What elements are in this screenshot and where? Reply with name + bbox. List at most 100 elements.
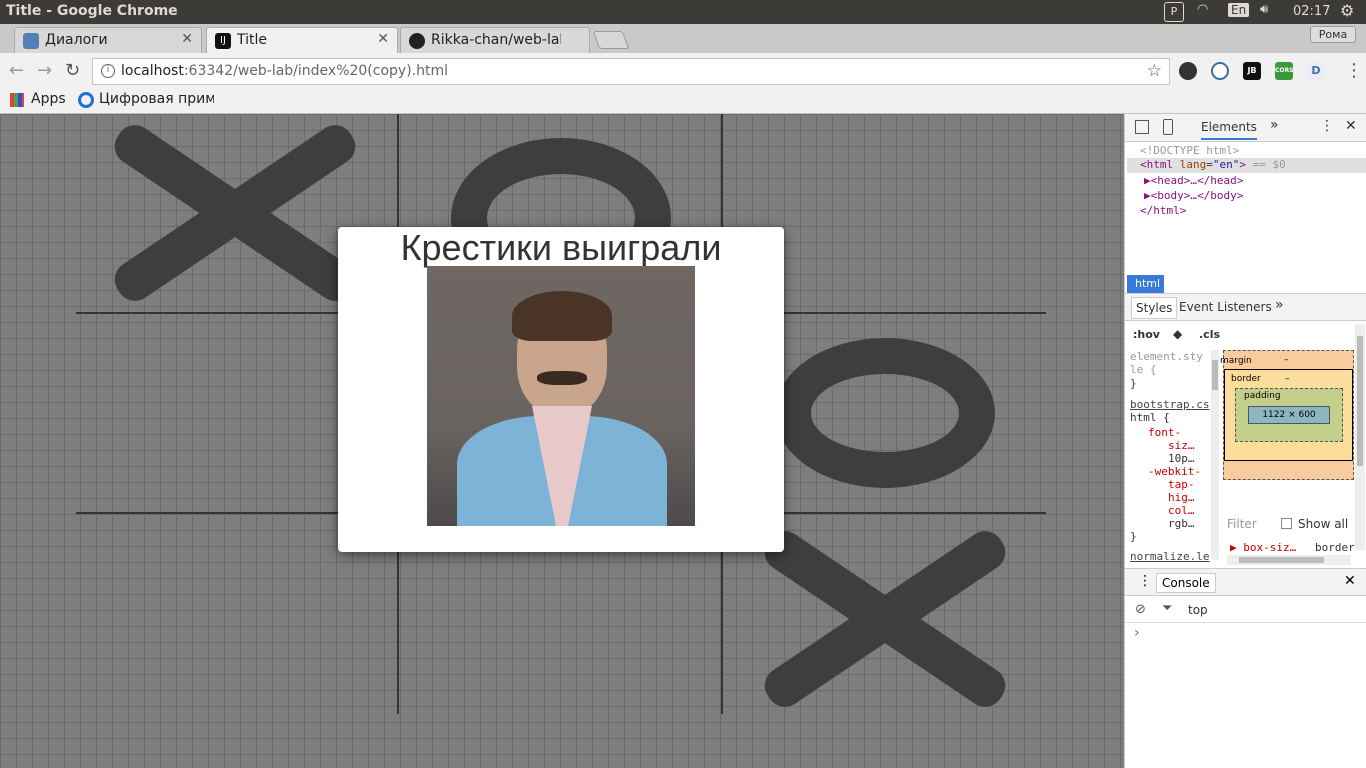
- extension-jb-icon[interactable]: JB: [1243, 62, 1261, 80]
- address-bar[interactable]: i localhost:63342/web-lab/index%20(copy)…: [92, 58, 1170, 85]
- apps-grid-icon[interactable]: [10, 93, 24, 107]
- box-border-label: border: [1231, 374, 1261, 384]
- rule-selector-html[interactable]: html {: [1130, 411, 1170, 424]
- extension-cors-icon[interactable]: CORS: [1275, 62, 1293, 80]
- computed-prop-name: box-siz…: [1243, 541, 1297, 554]
- box-margin-label: margin: [1220, 356, 1252, 366]
- more-tabs-icon[interactable]: »: [1270, 117, 1279, 133]
- cell-x-top-left[interactable]: [100, 118, 370, 308]
- bookmark-digital-practice[interactable]: Цифровая прим: [99, 91, 214, 107]
- rule-value-font[interactable]: 10p…: [1168, 452, 1195, 465]
- tab-label: Диалоги: [45, 32, 108, 48]
- class-toggle[interactable]: .cls: [1199, 328, 1220, 341]
- url-text[interactable]: localhost:63342/web-lab/index%20(copy).h…: [121, 63, 448, 79]
- styles-scrollbar[interactable]: [1211, 350, 1219, 560]
- extension-ghost-icon[interactable]: [1179, 62, 1197, 80]
- vk-favicon-icon: [23, 33, 39, 49]
- tab-title[interactable]: IJ Title ✕: [206, 27, 398, 54]
- inspect-element-icon[interactable]: [1135, 120, 1149, 134]
- extension-cloud-icon[interactable]: [1211, 62, 1229, 80]
- bookmark-apps[interactable]: Apps: [31, 91, 66, 107]
- chrome-menu-icon[interactable]: ⋮: [1345, 60, 1363, 81]
- cell-o-middle-right[interactable]: [775, 338, 995, 488]
- dom-tag-close: >: [1239, 158, 1246, 171]
- volume-icon[interactable]: 🔊︎: [1260, 2, 1268, 17]
- cell-x-bottom-right[interactable]: [750, 524, 1020, 714]
- breadcrumb-html[interactable]: html: [1127, 275, 1164, 293]
- rule-prop-font-cont: siz…: [1168, 439, 1195, 452]
- tab-dialogs[interactable]: Диалоги ✕: [14, 27, 202, 53]
- box-model-diagram: margin – border – padding 1122 × 600: [1220, 322, 1354, 512]
- more-subtabs-icon[interactable]: »: [1275, 297, 1284, 313]
- console-drawer-bar: ⋮ Console ✕: [1125, 568, 1366, 596]
- tab-elements[interactable]: Elements: [1201, 120, 1257, 140]
- reload-icon[interactable]: ↻: [65, 60, 80, 81]
- jetbrains-favicon-icon: IJ: [215, 33, 231, 49]
- url-path: :63342/web-lab/index%20(copy).html: [183, 63, 449, 79]
- extension-d-icon[interactable]: D: [1307, 62, 1325, 80]
- box-border-value: –: [1285, 374, 1290, 384]
- dom-body-node[interactable]: ▶<body>…</body>: [1144, 189, 1243, 202]
- keyboard-lang-indicator[interactable]: En: [1228, 3, 1250, 17]
- device-toolbar-icon[interactable]: [1163, 119, 1173, 135]
- clock[interactable]: 02:17: [1293, 4, 1330, 19]
- clear-console-icon[interactable]: ⊘: [1135, 602, 1146, 617]
- computed-value[interactable]: border: [1315, 541, 1355, 554]
- rule-source-normalize[interactable]: normalize.le: [1130, 550, 1222, 563]
- box-border[interactable]: border – padding 1122 × 600: [1224, 369, 1353, 461]
- drawer-menu-icon[interactable]: ⋮: [1138, 573, 1152, 589]
- rule-value-webkit[interactable]: rgb…: [1168, 517, 1195, 530]
- devtools-toolbar: Elements » ⋮ ✕: [1125, 114, 1366, 142]
- rule-element-style[interactable]: element.sty le {: [1130, 350, 1208, 376]
- styles-subtabs: Styles Event Listeners »: [1125, 293, 1366, 321]
- box-margin-value: –: [1284, 355, 1289, 365]
- console-context-select[interactable]: top: [1188, 603, 1208, 617]
- profile-button[interactable]: Рома: [1310, 26, 1356, 43]
- tab-github[interactable]: Rikka-chan/web-lab: [400, 27, 590, 53]
- box-margin[interactable]: margin – border – padding 1122 × 600: [1220, 350, 1354, 480]
- devtools-menu-icon[interactable]: ⋮: [1320, 118, 1334, 134]
- rule-close: }: [1130, 377, 1137, 390]
- show-all-checkbox[interactable]: [1281, 518, 1292, 529]
- box-content-size[interactable]: 1122 × 600: [1248, 406, 1330, 424]
- rule-prop-webkit[interactable]: -webkit-: [1148, 465, 1201, 478]
- forward-arrow-icon[interactable]: →: [37, 60, 52, 81]
- wifi-icon[interactable]: ◠: [1197, 2, 1208, 17]
- tab-event-listeners[interactable]: Event Listeners: [1179, 300, 1272, 314]
- dom-head-label: <head>…</head>: [1150, 174, 1244, 187]
- new-tab-button[interactable]: [592, 31, 630, 49]
- tab-strip: Диалоги ✕ IJ Title ✕ Rikka-chan/web-lab: [0, 24, 1366, 54]
- computed-prop[interactable]: ▶ box-siz…: [1230, 541, 1296, 554]
- dom-head-node[interactable]: ▶<head>…</head>: [1144, 174, 1243, 187]
- tab-console[interactable]: Console: [1156, 573, 1216, 593]
- dom-attr-value: "en": [1212, 158, 1240, 171]
- tab-close-icon[interactable]: ✕: [377, 31, 389, 47]
- styles-filter-input[interactable]: Filter: [1227, 517, 1257, 531]
- tab-styles[interactable]: Styles: [1131, 297, 1178, 319]
- paint-icon[interactable]: ◆: [1173, 327, 1182, 341]
- tab-close-icon[interactable]: ✕: [181, 31, 193, 47]
- computed-hscroll[interactable]: [1227, 555, 1351, 565]
- console-divider: [1125, 622, 1366, 623]
- console-prompt[interactable]: ›: [1134, 625, 1140, 641]
- show-all-label: Show all: [1298, 517, 1349, 531]
- os-top-bar: Title - Google Chrome P ◠ En 🔊︎ 02:17 ⚙: [0, 0, 1366, 24]
- settings-gear-icon[interactable]: ⚙: [1340, 1, 1354, 20]
- drawer-close-icon[interactable]: ✕: [1344, 573, 1356, 589]
- site-info-icon[interactable]: i: [101, 64, 115, 78]
- rule-source-bootstrap[interactable]: bootstrap.cs: [1130, 398, 1209, 411]
- boxmodel-scrollbar[interactable]: [1355, 324, 1365, 550]
- filter-icon[interactable]: ⏷: [1162, 601, 1172, 616]
- devtools-close-icon[interactable]: ✕: [1345, 118, 1357, 134]
- rule-prop-font[interactable]: font-: [1148, 426, 1181, 439]
- app-indicator-icon[interactable]: P: [1164, 2, 1184, 22]
- back-arrow-icon[interactable]: ←: [9, 60, 24, 81]
- dom-html-node[interactable]: <html lang="en"> == $0: [1127, 158, 1366, 173]
- dom-selected-marker: == $0: [1252, 158, 1286, 171]
- dom-doctype[interactable]: <!DOCTYPE html>: [1140, 144, 1239, 157]
- bookmarks-bar: Apps Цифровая прим: [0, 89, 1366, 114]
- bookmark-star-icon[interactable]: ☆: [1147, 61, 1162, 81]
- winner-modal: Крестики выиграли: [338, 227, 784, 552]
- box-padding[interactable]: padding 1122 × 600: [1235, 388, 1343, 442]
- hover-toggle[interactable]: :hov: [1133, 328, 1160, 341]
